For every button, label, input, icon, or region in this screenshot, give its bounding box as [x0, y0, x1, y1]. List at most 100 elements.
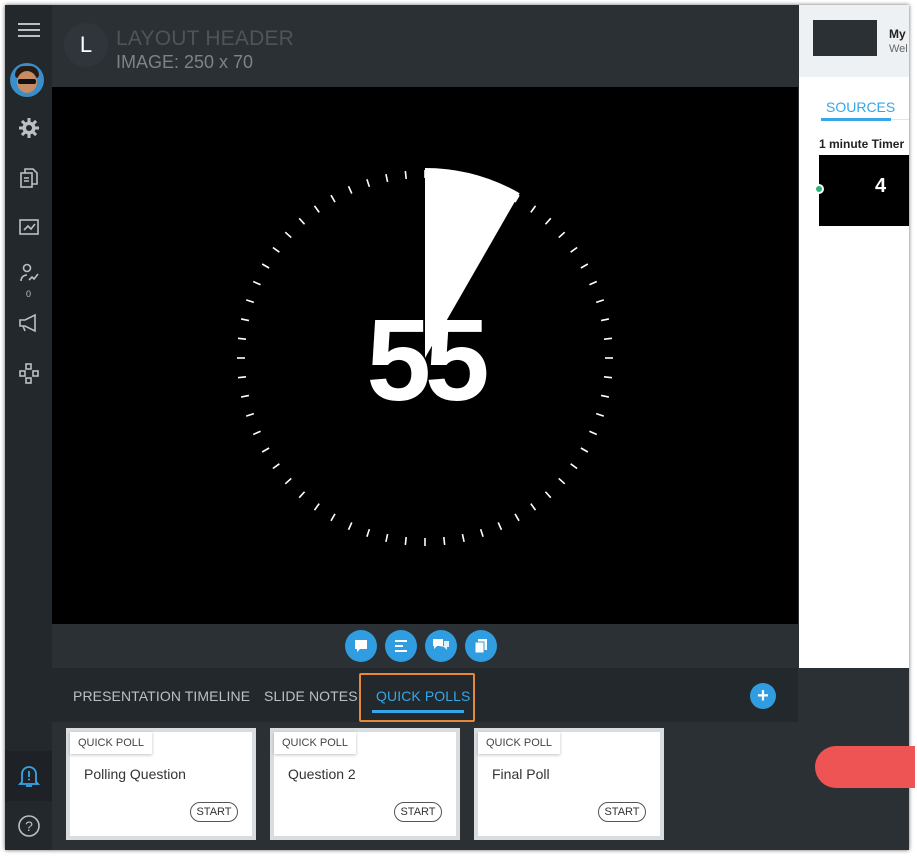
help-icon[interactable]: ? [5, 806, 52, 846]
copy-icon[interactable] [465, 630, 497, 662]
sources-panel: My Wel SOURCES 1 minute Timer 4 [799, 5, 909, 668]
event-name: My [889, 27, 906, 41]
tab-slide-notes[interactable]: SLIDE NOTES [264, 688, 358, 704]
tab-highlight-frame [359, 673, 475, 722]
source-thumbnail[interactable]: 4 [819, 155, 909, 226]
timer-tick [385, 173, 389, 183]
timer-tick [404, 536, 407, 546]
timer-tick [514, 513, 520, 522]
add-poll-button[interactable]: + [750, 683, 776, 709]
presentation-stage: 55 [52, 87, 798, 624]
timer-tick [600, 394, 610, 398]
timer-tick [313, 205, 320, 213]
logo-badge: L [64, 23, 108, 67]
timer-tick [443, 536, 446, 546]
list-icon[interactable] [385, 630, 417, 662]
timer-tick [589, 280, 598, 286]
timer-tick [544, 217, 552, 225]
tab-sources[interactable]: SOURCES [826, 99, 895, 115]
alert-bell-icon[interactable] [5, 756, 52, 796]
timer-tick [252, 280, 261, 286]
timer-tick [530, 205, 537, 213]
countdown-timer: 55 [237, 168, 613, 546]
timer-tick [245, 299, 255, 304]
timer-tick [284, 477, 292, 485]
timer-tick [298, 491, 306, 499]
timer-tick [595, 299, 605, 304]
avatar[interactable] [10, 63, 44, 97]
event-subtitle: Wel [889, 43, 908, 55]
timer-tick [272, 463, 280, 470]
poll-card[interactable]: QUICK POLL Polling Question START [66, 728, 256, 840]
timer-tick [252, 430, 261, 436]
poll-question: Question 2 [288, 766, 356, 782]
tab-presentation-timeline[interactable]: PRESENTATION TIMELINE [73, 688, 250, 704]
header-subtitle: IMAGE: 250 x 70 [116, 52, 254, 72]
timer-tick [589, 430, 598, 436]
layout-header: L LAYOUT HEADER IMAGE: 250 x 70 [52, 5, 798, 87]
timer-tick [298, 217, 306, 225]
logo-letter: L [79, 32, 93, 57]
timer-tick [558, 231, 566, 239]
presentation-icon[interactable] [5, 208, 52, 248]
timer-tick [284, 231, 292, 239]
timer-tick [595, 412, 605, 417]
timer-tick [366, 178, 371, 188]
timer-tick [580, 447, 589, 453]
timer-tick [330, 194, 336, 203]
timer-tick [237, 376, 247, 379]
qa-icon[interactable] [425, 630, 457, 662]
timer-tick [570, 246, 578, 253]
quick-polls-list: QUICK POLL Polling Question START QUICK … [52, 722, 798, 850]
timer-tick [497, 522, 503, 531]
analytics-icon[interactable] [5, 253, 52, 293]
timer-tick [385, 533, 389, 543]
sources-tab-indicator [821, 118, 891, 121]
timer-value: 55 [366, 295, 487, 425]
event-thumbnail [813, 20, 877, 56]
timer-tick [330, 513, 336, 522]
timer-tick [530, 503, 537, 511]
header-title: LAYOUT HEADER [116, 27, 295, 50]
menu-icon[interactable] [5, 10, 52, 50]
timer-tick [580, 263, 589, 269]
start-poll-button[interactable]: START [598, 802, 646, 822]
poll-tag: QUICK POLL [478, 732, 561, 754]
poll-card[interactable]: QUICK POLL Final Poll START [474, 728, 664, 840]
timer-tick [603, 376, 613, 379]
timer-tick [237, 337, 247, 340]
timer-tick [404, 170, 407, 180]
timer-tick [603, 337, 613, 340]
source-preview-value: 4 [875, 175, 887, 197]
network-icon[interactable] [5, 353, 52, 393]
start-poll-button[interactable]: START [394, 802, 442, 822]
timer-tick [313, 503, 320, 511]
poll-tag: QUICK POLL [70, 732, 153, 754]
timer-tick [347, 522, 353, 531]
poll-question: Final Poll [492, 766, 550, 782]
documents-icon[interactable] [5, 158, 52, 198]
chat-icon[interactable] [345, 630, 377, 662]
gear-icon[interactable] [5, 108, 52, 148]
timer-tick [461, 533, 465, 543]
bottom-tabs: PRESENTATION TIMELINE SLIDE NOTES QUICK … [52, 668, 798, 722]
timer-tick [479, 528, 484, 538]
analytics-count: 0 [25, 289, 31, 299]
timer-tick [240, 394, 250, 398]
timer-tick [261, 447, 270, 453]
timer-tick [240, 318, 250, 322]
megaphone-icon[interactable] [5, 303, 52, 343]
timer-tick [570, 463, 578, 470]
poll-card[interactable]: QUICK POLL Question 2 START [270, 728, 460, 840]
timer-tick [272, 246, 280, 253]
timer-tick [366, 528, 371, 538]
live-status-dot [814, 184, 824, 194]
help-label: ? [25, 818, 33, 834]
timer-tick [347, 185, 353, 194]
start-poll-button[interactable]: START [190, 802, 238, 822]
source-title: 1 minute Timer [819, 137, 905, 151]
poll-tag: QUICK POLL [274, 732, 357, 754]
end-session-button[interactable] [815, 746, 915, 788]
tab-rule [891, 119, 909, 120]
slide-controls [52, 624, 798, 668]
